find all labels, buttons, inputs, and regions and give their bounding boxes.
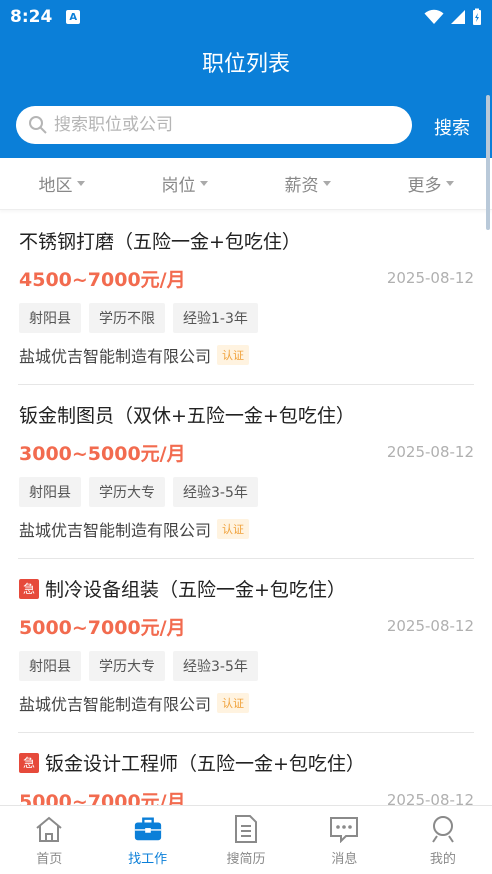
profile-icon: [428, 814, 458, 844]
job-tags: 射阳县 学历大专 经验3-5年: [19, 651, 258, 681]
job-company: 盐城优吉智能制造有限公司 认证: [19, 517, 250, 541]
status-bar: 8:24 A: [0, 0, 492, 34]
caret-down-icon: [199, 181, 208, 186]
status-time: 8:24: [10, 7, 53, 27]
job-title: 钣金制图员（双休+五险一金+包吃住）: [19, 401, 355, 428]
company-name: 盐城优吉智能制造有限公司: [19, 695, 212, 714]
filter-salary[interactable]: 薪资: [246, 158, 369, 209]
filter-label: 岗位: [161, 176, 196, 196]
tab-label: 首页: [36, 851, 63, 867]
job-card[interactable]: 钣金制图员（双休+五险一金+包吃住） 3000~5000元/月 2025-08-…: [18, 385, 474, 559]
job-salary: 4500~7000元/月: [19, 269, 186, 291]
search-button[interactable]: 搜索: [434, 114, 470, 140]
job-tag: 学历大专: [89, 651, 165, 681]
job-title-text: 制冷设备组装（五险一金+包吃住）: [45, 579, 346, 601]
filter-bar: 地区 岗位 薪资 更多: [0, 158, 492, 210]
job-tag: 学历不限: [89, 303, 165, 333]
message-icon: [329, 814, 359, 844]
tab-label: 找工作: [128, 851, 168, 867]
wifi-icon: [424, 9, 444, 24]
tab-label: 我的: [429, 851, 456, 867]
bottom-tab-bar: 首页 找工作 搜简历 消息 我的: [0, 805, 492, 874]
job-tags: 射阳县 学历不限 经验1-3年: [19, 303, 258, 333]
filter-label: 更多: [407, 176, 442, 196]
urgent-badge: 急: [19, 578, 39, 599]
job-salary: 5000~7000元/月: [19, 791, 186, 805]
job-card[interactable]: 不锈钢打磨（五险一金+包吃住） 4500~7000元/月 2025-08-12 …: [18, 211, 474, 385]
urgent-badge: 急: [19, 752, 39, 773]
filter-label: 薪资: [284, 176, 319, 196]
tab-search-resume[interactable]: 搜简历: [197, 806, 295, 874]
job-card[interactable]: 急制冷设备组装（五险一金+包吃住） 5000~7000元/月 2025-08-1…: [18, 559, 474, 733]
tab-label: 消息: [331, 851, 358, 867]
job-tag: 经验3-5年: [173, 477, 258, 507]
job-title-text: 不锈钢打磨（五险一金+包吃住）: [19, 231, 301, 253]
job-title: 急制冷设备组装（五险一金+包吃住）: [19, 575, 346, 602]
job-list[interactable]: 不锈钢打磨（五险一金+包吃住） 4500~7000元/月 2025-08-12 …: [0, 211, 492, 805]
job-date: 2025-08-12: [386, 791, 474, 805]
tab-home[interactable]: 首页: [0, 806, 98, 874]
home-icon: [34, 814, 64, 844]
filter-label: 地区: [38, 176, 73, 196]
page-title: 职位列表: [201, 52, 290, 77]
job-tag: 学历大专: [89, 477, 165, 507]
filter-more[interactable]: 更多: [369, 158, 492, 209]
caret-down-icon: [76, 181, 85, 186]
job-tag: 射阳县: [19, 477, 81, 507]
job-title: 不锈钢打磨（五险一金+包吃住）: [19, 227, 301, 254]
company-name: 盐城优吉智能制造有限公司: [19, 347, 212, 366]
signal-icon: [451, 10, 465, 24]
filter-position[interactable]: 岗位: [123, 158, 246, 209]
verified-badge: 认证: [217, 345, 250, 365]
tab-find-job[interactable]: 找工作: [98, 806, 196, 874]
tab-messages[interactable]: 消息: [295, 806, 393, 874]
job-tag: 经验3-5年: [173, 651, 258, 681]
job-card[interactable]: 急钣金设计工程师（五险一金+包吃住） 5000~7000元/月 2025-08-…: [18, 733, 474, 805]
company-name: 盐城优吉智能制造有限公司: [19, 521, 212, 540]
job-salary: 5000~7000元/月: [19, 617, 186, 639]
resume-icon: [231, 814, 261, 844]
notification-icon: A: [66, 10, 81, 24]
filter-region[interactable]: 地区: [0, 158, 123, 209]
job-title: 急钣金设计工程师（五险一金+包吃住）: [19, 749, 365, 776]
caret-down-icon: [445, 181, 454, 186]
job-tag: 射阳县: [19, 651, 81, 681]
tab-label: 搜简历: [226, 851, 266, 867]
briefcase-icon: [133, 814, 163, 844]
verified-badge: 认证: [217, 519, 250, 539]
search-input[interactable]: [54, 115, 384, 135]
scrollbar-thumb[interactable]: [486, 95, 490, 230]
caret-down-icon: [322, 181, 331, 186]
verified-badge: 认证: [217, 693, 250, 713]
battery-icon: [473, 8, 481, 25]
search-icon: [29, 116, 47, 134]
job-title-text: 钣金设计工程师（五险一金+包吃住）: [45, 753, 365, 775]
job-tag: 经验1-3年: [173, 303, 258, 333]
job-tag: 射阳县: [19, 303, 81, 333]
job-title-text: 钣金制图员（双休+五险一金+包吃住）: [19, 405, 355, 427]
job-date: 2025-08-12: [386, 617, 474, 635]
job-salary: 3000~5000元/月: [19, 443, 186, 465]
app-header: 职位列表 搜索: [0, 34, 492, 158]
job-company: 盐城优吉智能制造有限公司 认证: [19, 691, 250, 715]
job-date: 2025-08-12: [386, 443, 474, 461]
tab-profile[interactable]: 我的: [394, 806, 492, 874]
job-date: 2025-08-12: [386, 269, 474, 287]
job-company: 盐城优吉智能制造有限公司 认证: [19, 343, 250, 367]
job-tags: 射阳县 学历大专 经验3-5年: [19, 477, 258, 507]
search-box[interactable]: [16, 106, 412, 144]
